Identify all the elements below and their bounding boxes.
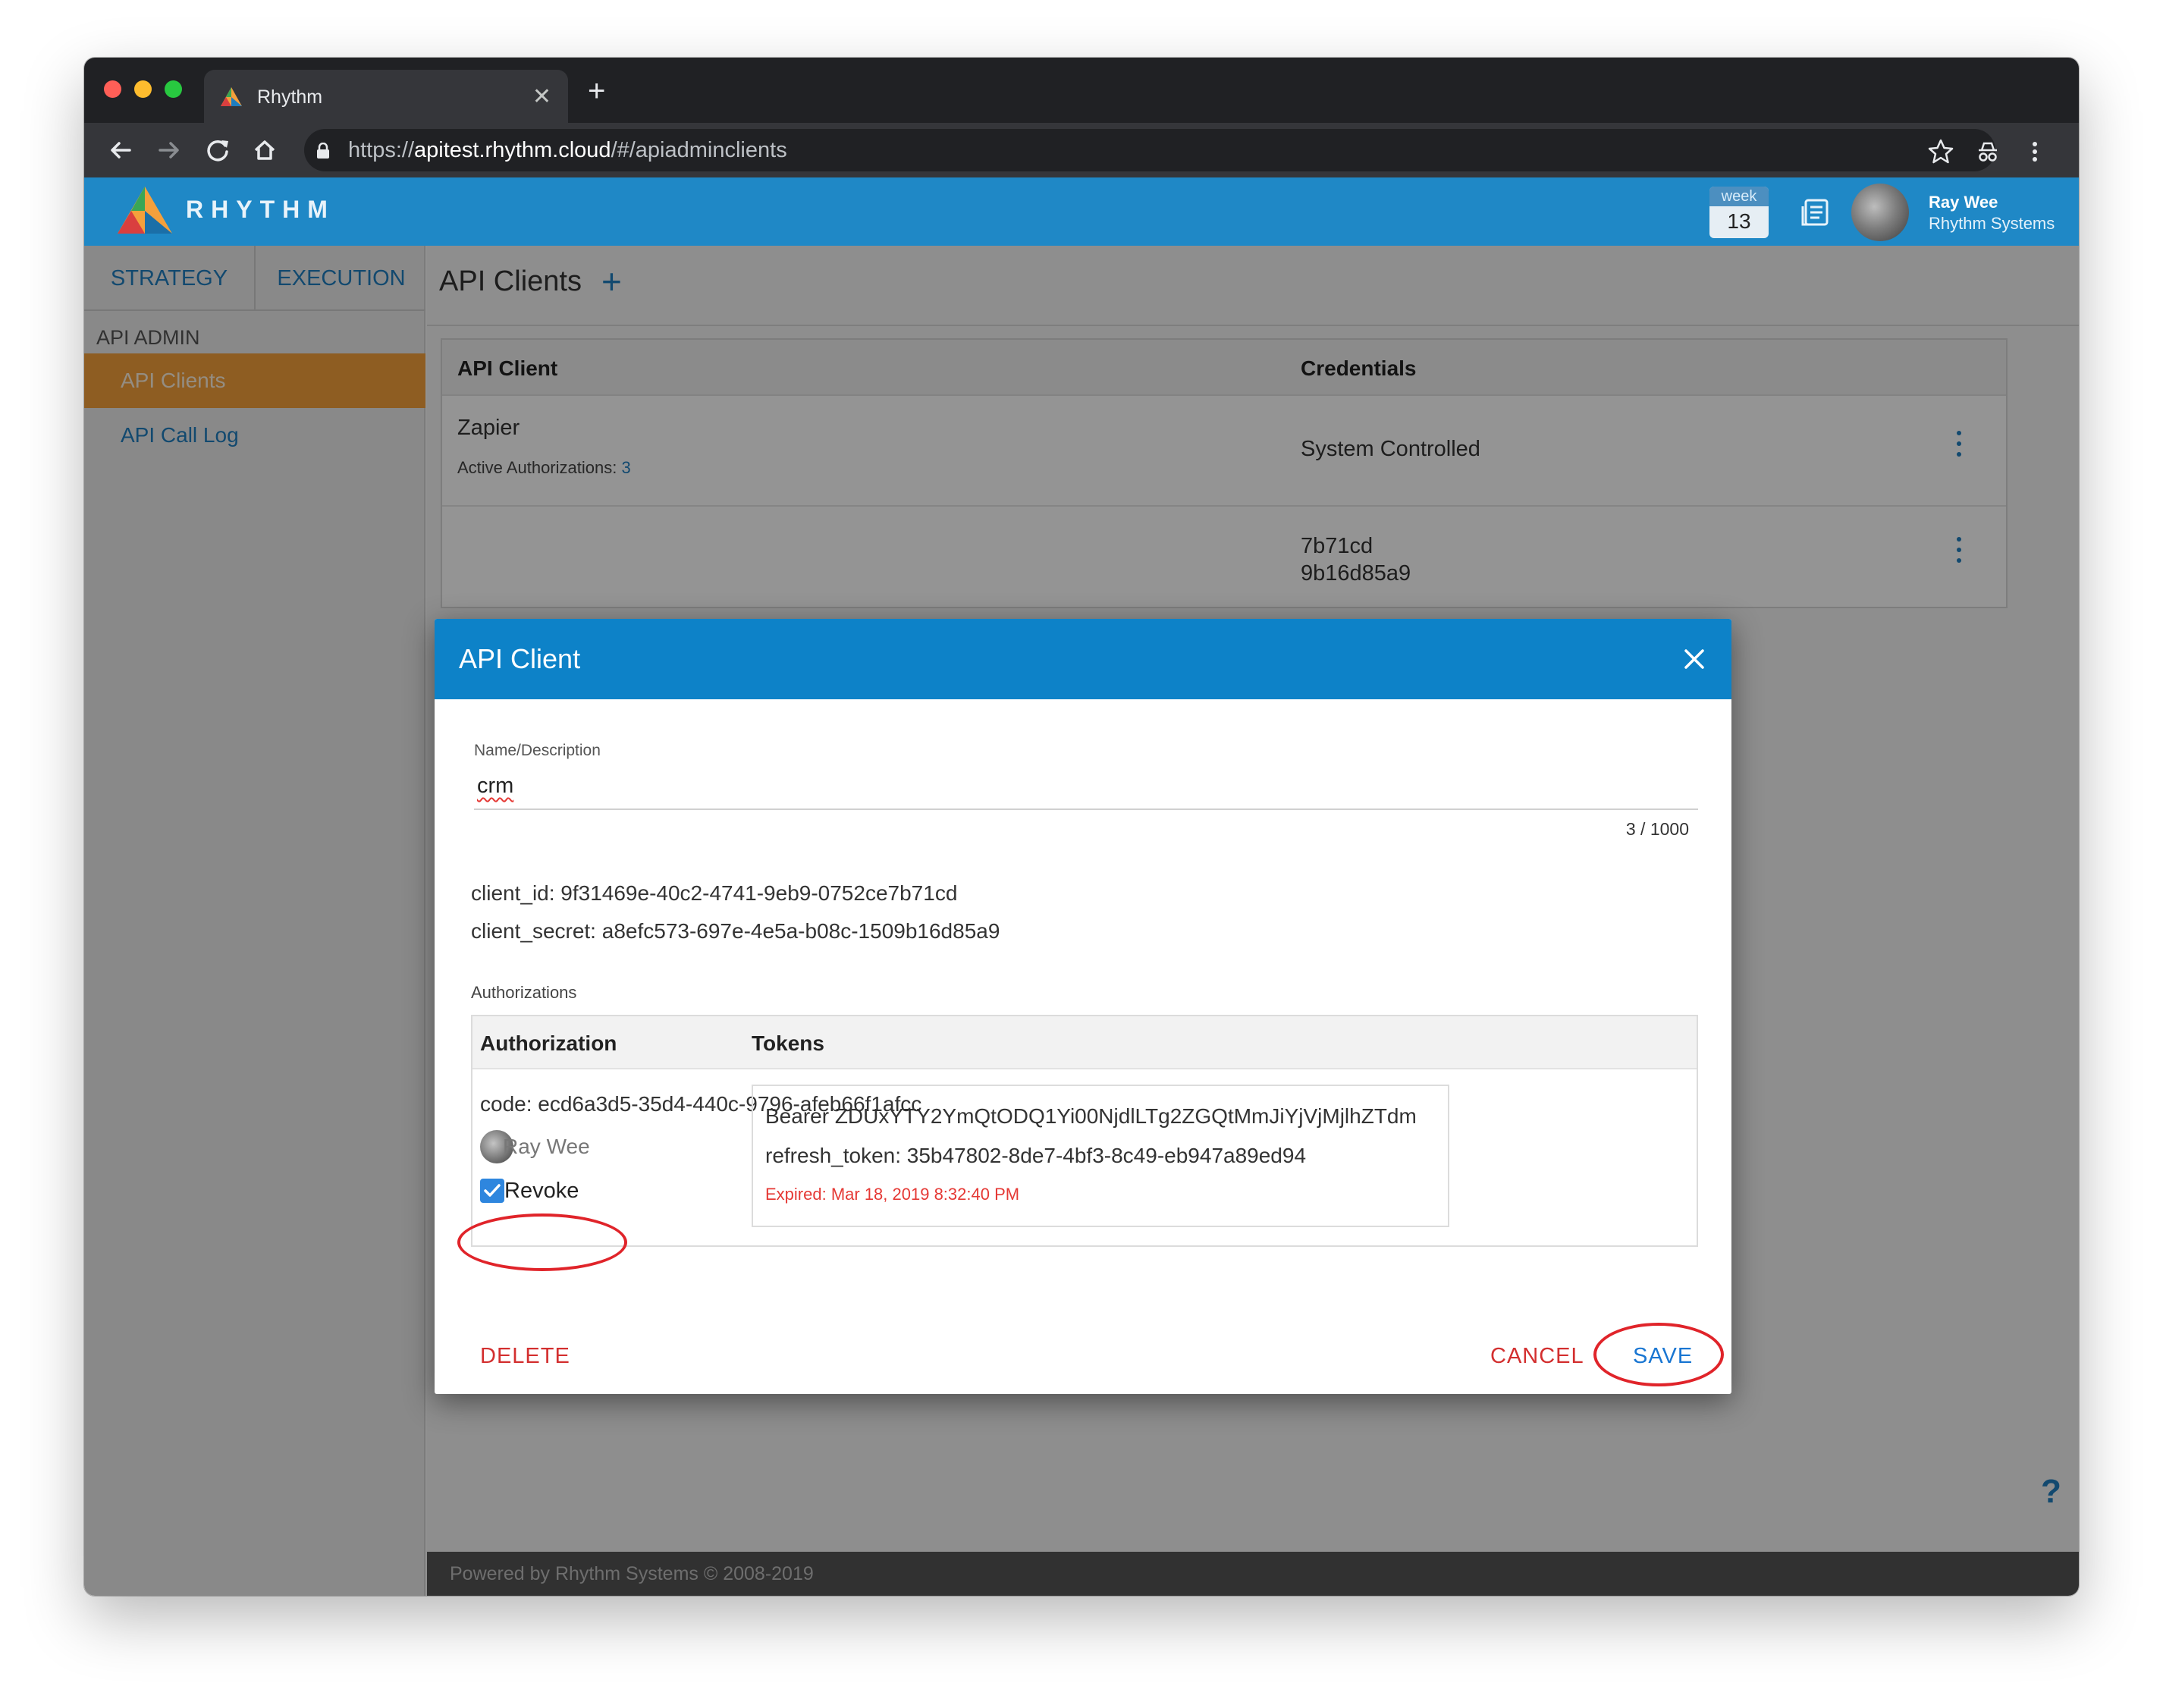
url-path: /#/apiadminclients <box>611 138 787 162</box>
dialog-title: API Client <box>459 643 581 674</box>
input-underline <box>474 808 1698 810</box>
close-window-button[interactable] <box>104 80 121 98</box>
column-header-tokens: Tokens <box>752 1031 824 1055</box>
rhythm-logo-icon[interactable] <box>115 184 175 238</box>
api-client-dialog: API Client Name/Description crm 3 / 1000… <box>435 619 1731 1394</box>
user-name[interactable]: Ray Wee <box>1929 193 1998 212</box>
app: RHYTHM week 13 Ray Wee Rhythm Systems ST… <box>84 177 2079 1596</box>
news-feed-icon[interactable] <box>1798 196 1832 229</box>
browser-window: Rhythm ✕ + https://apitest.rhythm.cloud/… <box>84 58 2079 1596</box>
client-secret: client_secret: a8efc573-697e-4e5a-b08c-1… <box>471 919 1000 943</box>
cancel-button[interactable]: CANCEL <box>1490 1344 1584 1369</box>
minimize-window-button[interactable] <box>134 80 152 98</box>
delete-button[interactable]: DELETE <box>480 1344 570 1369</box>
annotation-circle-revoke <box>457 1213 627 1271</box>
token-expired-notice: Expired: Mar 18, 2019 8:32:40 PM <box>765 1185 1020 1204</box>
name-field-label: Name/Description <box>474 742 601 759</box>
week-number: 13 <box>1727 209 1751 233</box>
maximize-window-button[interactable] <box>165 80 182 98</box>
annotation-circle-save <box>1593 1323 1724 1386</box>
revoke-label[interactable]: Revoke <box>504 1179 579 1204</box>
close-icon[interactable] <box>1683 648 1706 670</box>
browser-toolbar: https://apitest.rhythm.cloud/#/apiadminc… <box>84 123 2079 177</box>
browser-tab-bar: Rhythm ✕ + <box>84 58 2079 123</box>
bookmark-star-icon[interactable] <box>1926 137 1956 167</box>
week-label: week <box>1709 187 1769 206</box>
lock-icon[interactable] <box>315 143 331 159</box>
authorizations-label: Authorizations <box>471 983 577 1002</box>
reload-icon[interactable] <box>201 133 234 167</box>
authorized-user-name: Ray Wee <box>503 1135 590 1158</box>
back-arrow-icon[interactable] <box>104 133 137 167</box>
user-org: Rhythm Systems <box>1929 214 2055 233</box>
home-icon[interactable] <box>248 133 281 167</box>
character-counter: 3 / 1000 <box>1625 819 1689 839</box>
tab-close-icon[interactable]: ✕ <box>532 83 551 110</box>
authorizations-table: Authorization Tokens code: ecd6a3d5-35d4… <box>471 1015 1698 1247</box>
more-menu-icon[interactable] <box>2020 137 2050 167</box>
user-avatar[interactable] <box>1851 184 1909 241</box>
url-host: apitest.rhythm.cloud <box>414 138 611 162</box>
dialog-header: API Client <box>435 619 1731 699</box>
bearer-token: Bearer ZDUxYTY2YmQtODQ1Yi00NjdlLTg2ZGQtM… <box>765 1104 1417 1128</box>
revoke-checkbox[interactable] <box>480 1179 504 1203</box>
client-id: client_id: 9f31469e-40c2-4741-9eb9-0752c… <box>471 881 958 905</box>
refresh-token: refresh_token: 35b47802-8de7-4bf3-8c49-e… <box>765 1144 1307 1167</box>
incognito-icon[interactable] <box>1973 137 2003 167</box>
new-tab-button[interactable]: + <box>588 76 605 106</box>
tab-title: Rhythm <box>257 86 323 108</box>
browser-tab[interactable]: Rhythm ✕ <box>204 70 568 123</box>
authorizations-header: Authorization Tokens <box>472 1016 1697 1069</box>
brand-wordmark: RHYTHM <box>186 196 335 223</box>
forward-arrow-icon[interactable] <box>152 133 186 167</box>
column-header-authorization: Authorization <box>480 1031 617 1055</box>
week-badge[interactable]: week 13 <box>1709 187 1769 238</box>
app-header: RHYTHM week 13 Ray Wee Rhythm Systems <box>84 177 2079 246</box>
url-scheme: https:// <box>348 138 415 162</box>
rhythm-favicon-icon <box>221 87 242 106</box>
url-text[interactable]: https://apitest.rhythm.cloud/#/apiadminc… <box>348 138 787 163</box>
tokens-box: Bearer ZDUxYTY2YmQtODQ1Yi00NjdlLTg2ZGQtM… <box>752 1085 1449 1227</box>
name-description-input[interactable]: crm <box>477 774 513 799</box>
